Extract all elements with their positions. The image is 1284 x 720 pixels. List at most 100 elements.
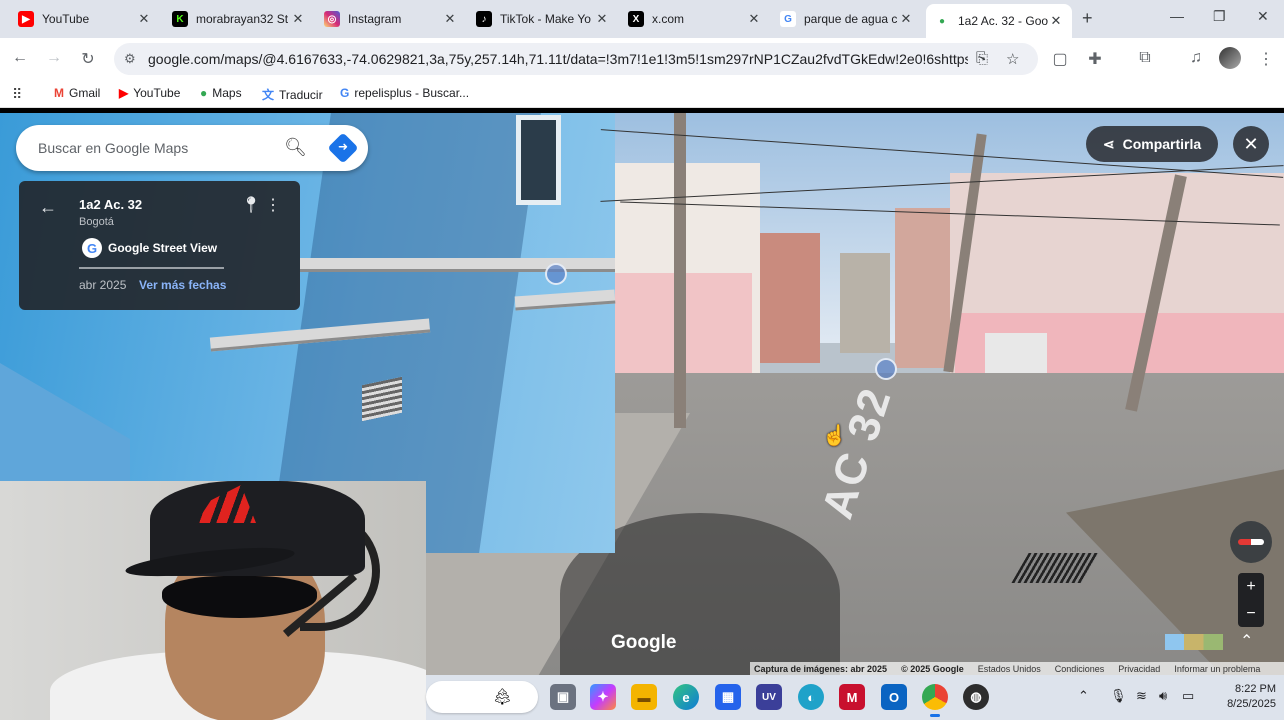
back-arrow-icon[interactable]: ←	[39, 197, 57, 218]
close-icon[interactable]: ✕	[1048, 13, 1064, 29]
close-icon: ✕	[1243, 133, 1259, 154]
share-button[interactable]: ⋖ Compartirla	[1086, 126, 1218, 162]
volume-icon[interactable]: 🔊︎	[1159, 688, 1167, 704]
microphone-icon[interactable]: 🎙︎	[1110, 688, 1127, 704]
maps-search-box[interactable]: 🔍︎ ➜	[16, 125, 368, 171]
bookmark-gmail[interactable]: M Gmail	[54, 86, 100, 100]
gmail-icon: M	[54, 86, 64, 100]
tab-maps-active[interactable]: ● 1a2 Ac. 32 - Goo ✕	[926, 4, 1072, 38]
close-street-view-button[interactable]: ✕	[1233, 126, 1269, 162]
taskview-icon[interactable]: ▣	[550, 684, 576, 710]
google-icon: G	[340, 86, 350, 100]
zoom-control: + −	[1238, 573, 1264, 627]
outlook-icon[interactable]: O	[881, 684, 907, 710]
maps-icon: ●	[934, 13, 950, 29]
kick-icon: K	[172, 11, 188, 27]
privacy-link[interactable]: Privacidad	[1118, 664, 1160, 674]
google-icon: G	[82, 238, 102, 258]
reload-icon[interactable]: ↻	[78, 49, 98, 69]
tab-title: YouTube	[42, 12, 90, 26]
window-close-icon[interactable]: ✕	[1257, 8, 1269, 25]
minimize-icon[interactable]: —	[1170, 8, 1184, 24]
close-icon[interactable]: ✕	[290, 11, 306, 27]
tab-title: TikTok - Make Yo	[500, 12, 591, 26]
compass-button[interactable]	[1230, 521, 1272, 563]
close-icon[interactable]: ✕	[746, 11, 762, 27]
tab-strip: ▶ YouTube ✕ K morabrayan32 St ✕ ◎ Instag…	[0, 0, 1284, 38]
zoom-out-button[interactable]: −	[1238, 600, 1264, 627]
wifi-icon[interactable]: ≋	[1136, 688, 1147, 704]
bookmark-translate[interactable]: 文 Traducir	[262, 86, 323, 103]
url-text[interactable]: google.com/maps/@4.6167633,-74.0629821,3…	[148, 51, 968, 67]
profile-avatar[interactable]	[1219, 47, 1241, 69]
taskbar-search[interactable]: 🌲︎	[426, 681, 538, 713]
expand-up-icon[interactable]: ⌃	[1240, 631, 1253, 651]
tab-search-icon[interactable]: ⧉	[1135, 49, 1155, 67]
battery-icon[interactable]: ▭	[1182, 688, 1194, 704]
install-app-icon[interactable]: ⎘	[976, 50, 988, 67]
browser-toolbar: ← → ↻ ⚙ google.com/maps/@4.6167633,-74.0…	[0, 38, 1284, 80]
see-more-dates-link[interactable]: Ver más fechas	[139, 278, 226, 292]
extensions-puzzle-icon[interactable]: ✚	[1085, 49, 1105, 69]
forward-arrow-icon[interactable]: →	[44, 49, 64, 67]
new-tab-button[interactable]: +	[1082, 8, 1093, 29]
site-info-icon[interactable]: ⚙	[124, 51, 144, 67]
building-distant	[840, 253, 890, 353]
tab-youtube[interactable]: ▶ YouTube ✕	[10, 4, 160, 34]
imagery-thumbnails[interactable]	[1165, 634, 1223, 650]
close-icon[interactable]: ✕	[136, 11, 152, 27]
chevron-up-icon[interactable]: ⌃	[1078, 688, 1089, 704]
tab-title: 1a2 Ac. 32 - Goo	[958, 14, 1048, 28]
system-clock[interactable]: 8:22 PM 8/25/2025	[1196, 682, 1276, 712]
menu-kebab-icon[interactable]: ⋮	[1256, 49, 1276, 69]
directions-icon[interactable]: ➜	[327, 132, 359, 164]
bookmark-star-icon[interactable]: ☆	[1006, 50, 1019, 68]
ultraviewer-icon[interactable]: UV	[756, 684, 782, 710]
media-control-icon[interactable]: ♫	[1186, 49, 1206, 67]
obs-icon[interactable]: ◍	[963, 684, 989, 710]
navigation-arrow-icon[interactable]	[875, 358, 897, 380]
copilot-icon[interactable]: ✦	[590, 684, 616, 710]
copyright: © 2025 Google	[901, 663, 964, 674]
restore-icon[interactable]: ❐	[1213, 8, 1226, 25]
tab-title: x.com	[652, 12, 685, 26]
bookmark-maps[interactable]: ● Maps	[200, 86, 242, 100]
edge-icon[interactable]: e	[673, 684, 699, 710]
tab-google-search[interactable]: G parque de agua c ✕	[772, 4, 922, 34]
share-icon: ⋖	[1102, 135, 1115, 152]
search-input[interactable]	[38, 140, 278, 156]
close-icon[interactable]: ✕	[442, 11, 458, 27]
bookmark-repelisplus[interactable]: Grepelisplus - Buscar...	[340, 86, 469, 100]
terms-link[interactable]: Condiciones	[1055, 664, 1105, 674]
mcafee-icon[interactable]: M	[839, 684, 865, 710]
source-row: G Google Street View	[82, 238, 217, 258]
country-link[interactable]: Estados Unidos	[978, 664, 1041, 674]
capture-credit: Captura de imágenes: abr 2025	[754, 663, 888, 674]
share-label: Compartirla	[1122, 136, 1202, 152]
more-options-icon[interactable]: ⋮	[265, 195, 281, 215]
file-explorer-icon[interactable]: ▬	[631, 684, 657, 710]
search-icon[interactable]: 🔍︎	[284, 137, 307, 158]
bookmark-label: repelisplus - Buscar...	[354, 86, 470, 100]
close-icon[interactable]: ✕	[898, 11, 914, 27]
address-bar[interactable]: ⚙ google.com/maps/@4.6167633,-74.0629821…	[114, 43, 1038, 75]
tab-x[interactable]: X x.com ✕	[620, 4, 770, 34]
chatgpt-icon[interactable]: ◐	[798, 684, 824, 710]
extension-square-icon[interactable]: ▢	[1050, 49, 1070, 69]
tab-kick[interactable]: K morabrayan32 St ✕	[164, 4, 314, 34]
bookmark-youtube[interactable]: ▶ YouTube	[119, 86, 180, 100]
youtube-icon: ▶	[119, 86, 129, 100]
back-arrow-icon[interactable]: ←	[10, 49, 30, 67]
location-pin-icon[interactable]: 📍︎	[241, 195, 261, 215]
place-city: Bogotá	[79, 216, 114, 228]
zoom-in-button[interactable]: +	[1238, 573, 1264, 600]
clock-time: 8:22 PM	[1235, 683, 1276, 695]
store-icon[interactable]: ▦	[715, 684, 741, 710]
report-problem-link[interactable]: Informar un problema	[1174, 664, 1260, 674]
close-icon[interactable]: ✕	[594, 11, 610, 27]
tab-tiktok[interactable]: ♪ TikTok - Make Yo ✕	[468, 4, 618, 34]
chrome-icon[interactable]	[922, 684, 948, 717]
apps-grid-icon[interactable]: ⠿	[12, 86, 22, 103]
tab-instagram[interactable]: ◎ Instagram ✕	[316, 4, 466, 34]
navigation-arrow-icon[interactable]	[545, 263, 567, 285]
